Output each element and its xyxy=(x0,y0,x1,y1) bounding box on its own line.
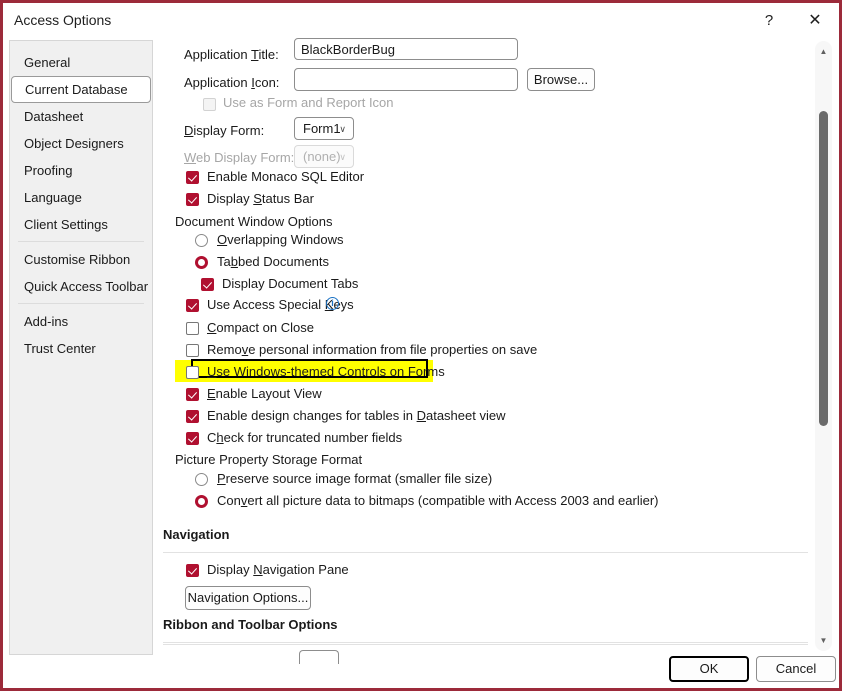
use-as-form-report-icon-label: Use as Form and Report Icon xyxy=(223,95,394,110)
display-document-tabs-checkbox[interactable] xyxy=(201,278,214,291)
ribbon-name-combobox-partial[interactable] xyxy=(299,650,339,664)
use-windows-themed-controls-label: Use Windows-themed Controls on Forms xyxy=(207,364,445,379)
use-windows-themed-controls-checkbox[interactable] xyxy=(186,366,199,379)
web-display-form-label: Web Display Form: xyxy=(184,150,295,165)
check-truncated-number-fields-checkbox[interactable] xyxy=(186,432,199,445)
preserve-source-image-format-label: Preserve source image format (smaller fi… xyxy=(217,471,493,486)
application-icon-input[interactable] xyxy=(294,68,518,91)
compact-on-close-checkbox[interactable] xyxy=(186,322,199,335)
chevron-down-icon: ∨ xyxy=(339,124,346,134)
access-options-dialog: Access Options ? ✕ General Current Datab… xyxy=(3,4,839,687)
parent-window-titlebar-strip xyxy=(3,0,839,3)
ok-button[interactable]: OK xyxy=(669,656,749,682)
options-pane-scrollbar[interactable]: ▲ ▼ xyxy=(815,41,832,651)
display-navigation-pane-checkbox[interactable] xyxy=(186,564,199,577)
sidebar-item-language[interactable]: Language xyxy=(10,184,152,211)
display-form-value: Form1 xyxy=(303,121,341,136)
convert-to-bitmaps-radio[interactable] xyxy=(195,495,208,508)
display-status-bar-checkbox[interactable] xyxy=(186,193,199,206)
browse-button[interactable]: Browse... xyxy=(527,68,595,91)
document-window-options-heading: Document Window Options xyxy=(175,214,333,229)
sidebar-item-customise-ribbon[interactable]: Customise Ribbon xyxy=(10,246,152,273)
display-form-label: Display Form: xyxy=(184,123,265,138)
enable-monaco-sql-editor-label: Enable Monaco SQL Editor xyxy=(207,169,365,184)
display-document-tabs-label: Display Document Tabs xyxy=(222,276,359,291)
sidebar-item-general[interactable]: General xyxy=(10,49,152,76)
enable-layout-view-label: Enable Layout View xyxy=(207,386,322,401)
picture-property-storage-heading: Picture Property Storage Format xyxy=(175,452,363,467)
sidebar-item-add-ins[interactable]: Add-ins xyxy=(10,308,152,335)
web-display-form-value: (none) xyxy=(303,149,341,164)
scroll-up-icon[interactable]: ▲ xyxy=(815,43,832,60)
options-category-list[interactable]: General Current Database Datasheet Objec… xyxy=(9,40,153,655)
footer-divider xyxy=(163,644,808,645)
sidebar-item-client-settings[interactable]: Client Settings xyxy=(10,211,152,238)
navigation-options-button[interactable]: Navigation Options... xyxy=(185,586,311,610)
sidebar-item-current-database[interactable]: Current Database xyxy=(11,76,151,103)
close-icon[interactable]: ✕ xyxy=(794,6,836,34)
web-display-form-combobox: (none) ∨ xyxy=(294,145,354,168)
sidebar-divider-2 xyxy=(18,303,144,304)
use-as-form-report-icon-checkbox xyxy=(203,98,216,111)
enable-design-changes-label: Enable design changes for tables in Data… xyxy=(207,408,506,423)
sidebar-item-object-designers[interactable]: Object Designers xyxy=(10,130,152,157)
sidebar-item-datasheet[interactable]: Datasheet xyxy=(10,103,152,130)
remove-personal-information-checkbox[interactable] xyxy=(186,344,199,357)
remove-personal-information-label: Remove personal information from file pr… xyxy=(207,342,538,357)
info-icon[interactable]: i xyxy=(326,297,339,310)
sidebar-item-proofing[interactable]: Proofing xyxy=(10,157,152,184)
scrollbar-thumb[interactable] xyxy=(819,111,828,426)
tabbed-documents-radio[interactable] xyxy=(195,256,208,269)
display-status-bar-label: Display Status Bar xyxy=(207,191,314,206)
sidebar-item-trust-center[interactable]: Trust Center xyxy=(10,335,152,362)
enable-design-changes-checkbox[interactable] xyxy=(186,410,199,423)
nav-top-gap xyxy=(10,41,152,49)
scroll-down-icon[interactable]: ▼ xyxy=(815,632,832,649)
tabbed-documents-label: Tabbed Documents xyxy=(217,254,330,269)
enable-monaco-sql-editor-checkbox[interactable] xyxy=(186,171,199,184)
dialog-titlebar: Access Options ? ✕ xyxy=(3,4,839,37)
sidebar-divider-1 xyxy=(18,241,144,242)
help-icon[interactable]: ? xyxy=(748,6,790,34)
application-icon-label: Application Icon: xyxy=(184,75,280,90)
display-form-combobox[interactable]: Form1 ∨ xyxy=(294,117,354,140)
navigation-section-rule xyxy=(163,552,808,553)
navigation-section-heading: Navigation xyxy=(163,527,230,542)
chevron-down-icon: ∨ xyxy=(339,152,346,162)
preserve-source-image-format-radio[interactable] xyxy=(195,473,208,486)
overlapping-windows-radio[interactable] xyxy=(195,234,208,247)
cancel-button[interactable]: Cancel xyxy=(756,656,836,682)
compact-on-close-label: Compact on Close xyxy=(207,320,314,335)
enable-layout-view-checkbox[interactable] xyxy=(186,388,199,401)
overlapping-windows-label: Overlapping Windows xyxy=(217,232,344,247)
dialog-title: Access Options xyxy=(14,12,112,28)
application-title-label: Application Title: xyxy=(184,47,279,62)
use-access-special-keys-checkbox[interactable] xyxy=(186,299,199,312)
display-navigation-pane-label: Display Navigation Pane xyxy=(207,562,349,577)
ribbon-toolbar-section-heading: Ribbon and Toolbar Options xyxy=(163,617,338,632)
current-database-options-pane: Application Title: Application Icon: Bro… xyxy=(163,37,813,647)
ribbon-toolbar-section-rule xyxy=(163,642,808,643)
convert-to-bitmaps-label: Convert all picture data to bitmaps (com… xyxy=(217,493,659,508)
sidebar-item-quick-access-toolbar[interactable]: Quick Access Toolbar xyxy=(10,273,152,300)
check-truncated-number-fields-label: Check for truncated number fields xyxy=(207,430,403,445)
application-title-input[interactable] xyxy=(294,38,518,60)
